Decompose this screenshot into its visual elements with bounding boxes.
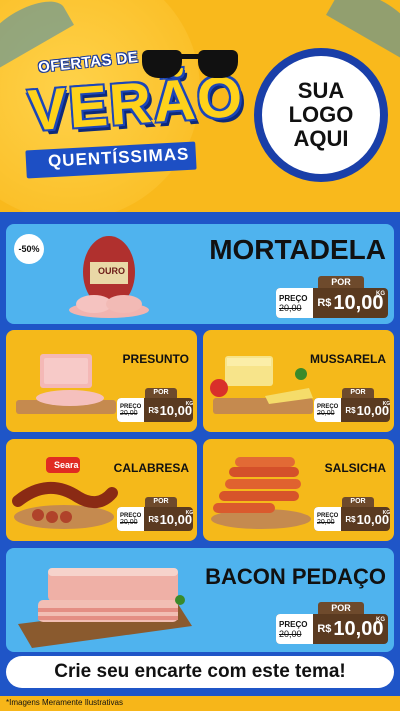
- bacon-image: [18, 568, 192, 648]
- price-tag: POR PREÇO 20,00 R$ 10,00 KG: [314, 388, 390, 422]
- price-box: PREÇO 20,00 R$ 10,00 KG: [276, 614, 388, 644]
- por-label: POR: [342, 497, 374, 507]
- product-card-bacon: BACON PEDAÇO POR PREÇO 20,00 R$ 10,00 KG: [6, 548, 394, 652]
- product-name: CALABRESA: [113, 461, 189, 475]
- offers-board: -50% OURO MORTADELA POR PREÇO 20,00 R$ 1…: [0, 212, 400, 696]
- new-price-block: R$ 10,00 KG: [144, 507, 193, 531]
- price-tag: POR PREÇO 20,00 R$ 10,00 KG: [117, 388, 193, 422]
- product-card-salsicha: SALSICHA POR PREÇO 20,00 R$ 10,00 KG: [203, 439, 394, 541]
- old-price: 20,00: [120, 409, 138, 417]
- price-box: PREÇO 20,00 R$ 10,00 KG: [276, 288, 388, 318]
- sunglasses-icon: [142, 42, 238, 82]
- brand-label: OURO: [98, 266, 125, 276]
- preco-label: PREÇO: [279, 293, 308, 303]
- unit-label: KG: [185, 510, 193, 516]
- product-card-presunto: PRESUNTO POR PREÇO 20,00 R$ 10,00 KG: [6, 330, 197, 432]
- price-box: PREÇO 20,00 R$ 10,00 KG: [314, 507, 390, 531]
- mussarela-image: [210, 356, 313, 414]
- product-name: PRESUNTO: [122, 352, 189, 366]
- product-card-mussarela: MUSSARELA POR PREÇO 20,00 R$ 10,00 KG: [203, 330, 394, 432]
- old-price: 20,00: [317, 409, 335, 417]
- por-label: POR: [145, 497, 177, 507]
- lens-left: [142, 50, 182, 78]
- bridge: [180, 54, 200, 59]
- logo-placeholder: SUA LOGO AQUI: [254, 48, 388, 182]
- old-price-block: PREÇO 20,00: [117, 507, 145, 531]
- product-card-mortadela: -50% OURO MORTADELA POR PREÇO 20,00 R$ 1…: [6, 224, 394, 324]
- price-box: PREÇO 20,00 R$ 10,00 KG: [117, 507, 193, 531]
- por-label: POR: [318, 276, 364, 288]
- logo-line: LOGO: [288, 102, 354, 127]
- lens-right: [198, 50, 238, 78]
- footer-banner: Crie seu encarte com este tema!: [6, 656, 394, 688]
- currency: R$: [345, 405, 356, 415]
- old-price-block: PREÇO 20,00: [117, 398, 145, 422]
- discount-badge: -50%: [14, 234, 44, 264]
- currency: R$: [148, 405, 159, 415]
- currency: R$: [317, 297, 332, 309]
- currency: R$: [345, 514, 356, 524]
- product-name: SALSICHA: [324, 461, 386, 475]
- new-price-block: R$ 10,00 KG: [341, 398, 390, 422]
- preco-label: PREÇO: [279, 619, 308, 629]
- old-price: 20,00: [279, 628, 302, 639]
- product-name: BACON PEDAÇO: [205, 564, 386, 589]
- por-label: POR: [145, 388, 177, 398]
- unit-label: KG: [382, 401, 390, 407]
- price-tag: POR PREÇO 20,00 R$ 10,00 KG: [314, 497, 390, 531]
- new-price-block: R$ 10,00 KG: [341, 507, 390, 531]
- presunto-image: [16, 354, 116, 414]
- price-tag: POR PREÇO 20,00 R$ 10,00 KG: [276, 602, 388, 644]
- product-name: MORTADELA: [209, 234, 386, 265]
- old-price-block: PREÇO 20,00: [276, 288, 314, 318]
- logo-line: SUA: [297, 78, 345, 103]
- logo-line: AQUI: [293, 126, 349, 151]
- brand-label: Seara: [54, 460, 79, 470]
- salsicha-image: [211, 457, 311, 529]
- por-label: POR: [318, 602, 364, 614]
- currency: R$: [317, 623, 332, 635]
- mortadela-image: [69, 236, 149, 318]
- old-price: 20,00: [279, 302, 302, 313]
- price-tag: POR PREÇO 20,00 R$ 10,00 KG: [117, 497, 193, 531]
- currency: R$: [148, 514, 159, 524]
- unit-label: KG: [376, 291, 385, 297]
- old-price-block: PREÇO 20,00: [314, 398, 342, 422]
- unit-label: KG: [376, 617, 385, 623]
- new-price-block: R$ 10,00 KG: [144, 398, 193, 422]
- por-label: POR: [342, 388, 374, 398]
- unit-label: KG: [185, 401, 193, 407]
- old-price-block: PREÇO 20,00: [276, 614, 314, 644]
- header: OFERTAS DE VERÃO QUENTÍSSIMAS SUA LOGO A…: [0, 0, 400, 212]
- unit-label: KG: [382, 510, 390, 516]
- price-box: PREÇO 20,00 R$ 10,00 KG: [314, 398, 390, 422]
- old-price: 20,00: [120, 518, 138, 526]
- product-name: MUSSARELA: [309, 352, 386, 366]
- price-tag: POR PREÇO 20,00 R$ 10,00 KG: [276, 276, 388, 318]
- new-price-block: R$ 10,00 KG: [313, 614, 388, 644]
- product-card-calabresa: Seara CALABRESA POR PREÇO 20,00 R$ 10,00…: [6, 439, 197, 541]
- old-price-block: PREÇO 20,00: [314, 507, 342, 531]
- price-box: PREÇO 20,00 R$ 10,00 KG: [117, 398, 193, 422]
- new-price-block: R$ 10,00 KG: [313, 288, 388, 318]
- disclaimer: *Imagens Meramente Ilustrativas: [6, 698, 123, 707]
- old-price: 20,00: [317, 518, 335, 526]
